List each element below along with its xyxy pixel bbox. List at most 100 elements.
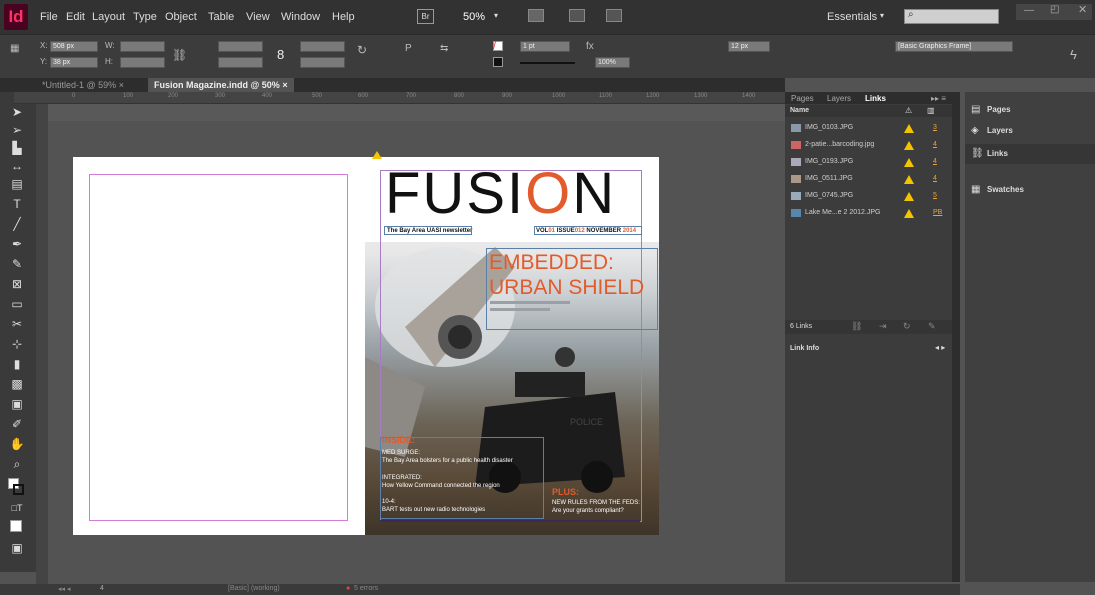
- warning-icon[interactable]: [904, 209, 914, 218]
- dock-links[interactable]: Links: [987, 149, 1008, 158]
- y-field[interactable]: 38 px: [50, 57, 98, 68]
- rotate-icon[interactable]: ↻: [357, 43, 367, 57]
- proportion-icon[interactable]: 8: [277, 47, 284, 62]
- tab-fusion-magazine[interactable]: Fusion Magazine.indd @ 50% ×: [148, 78, 294, 92]
- quick-apply-icon[interactable]: ϟ: [1070, 47, 1077, 62]
- menu-type[interactable]: Type: [133, 11, 157, 23]
- scale-y-field[interactable]: [218, 57, 263, 68]
- object-style-dropdown[interactable]: [Basic Graphics Frame]: [895, 41, 1013, 52]
- link-page[interactable]: 4: [933, 154, 937, 170]
- headline-frame[interactable]: [486, 248, 658, 330]
- zoom-tool-icon[interactable]: ⌕: [8, 456, 26, 472]
- fx-icon[interactable]: fx: [586, 41, 594, 52]
- page-tool-icon[interactable]: ▙: [8, 140, 26, 156]
- gap-tool-icon[interactable]: ↔: [8, 158, 26, 174]
- link-row[interactable]: IMG_0103.JPG 3: [785, 120, 960, 136]
- screen-mode-icon[interactable]: ▣: [8, 540, 26, 556]
- rectangle-tool-icon[interactable]: ▭: [8, 296, 26, 312]
- arrange-documents-icon[interactable]: [606, 9, 622, 22]
- hand-tool-icon[interactable]: ✋: [8, 436, 26, 452]
- close-icon[interactable]: ✕: [1078, 3, 1087, 16]
- edit-original-icon[interactable]: ✎: [928, 321, 936, 332]
- dock-pages[interactable]: Pages: [987, 105, 1011, 114]
- link-row[interactable]: IMG_0745.JPG 5: [785, 188, 960, 204]
- close-icon[interactable]: ×: [119, 80, 124, 90]
- chevron-down-icon[interactable]: ▾: [880, 11, 884, 20]
- text-icon[interactable]: P: [405, 43, 412, 54]
- close-icon[interactable]: ×: [282, 80, 287, 90]
- link-page[interactable]: PB: [933, 205, 942, 221]
- name-column-header[interactable]: Name: [790, 107, 809, 114]
- flip-horizontal-icon[interactable]: ⇆: [440, 43, 448, 54]
- inside-frame[interactable]: [380, 437, 544, 519]
- gradient-tool-icon[interactable]: ▮: [8, 356, 26, 372]
- preflight-profile[interactable]: [Basic] (working): [228, 585, 280, 592]
- workspace-switcher[interactable]: Essentials: [827, 11, 877, 23]
- chevron-down-icon[interactable]: ▾: [494, 11, 498, 20]
- apply-none-icon[interactable]: [10, 520, 22, 532]
- link-page[interactable]: 4: [933, 137, 937, 153]
- document-vertical-scrollbar[interactable]: [952, 92, 960, 582]
- page-column-icon[interactable]: ▥: [927, 106, 935, 115]
- link-row[interactable]: IMG_0193.JPG 4: [785, 154, 960, 170]
- menu-object[interactable]: Object: [165, 11, 197, 23]
- menu-view[interactable]: View: [246, 11, 270, 23]
- text-frame[interactable]: [384, 226, 472, 235]
- maximize-icon[interactable]: ◰: [1050, 4, 1059, 15]
- layers-icon[interactable]: ◈: [971, 125, 979, 136]
- h-field[interactable]: [120, 57, 165, 68]
- scissors-tool-icon[interactable]: ✂: [8, 316, 26, 332]
- rotation-field[interactable]: [300, 41, 345, 52]
- tab-pages[interactable]: Pages: [791, 94, 814, 103]
- go-to-link-icon[interactable]: ⇥: [879, 321, 887, 332]
- link-row[interactable]: 2-patie...barcoding.jpg 4: [785, 137, 960, 153]
- page-navigation[interactable]: ◂◂ ◂: [58, 585, 71, 593]
- content-collector-icon[interactable]: ▤: [8, 176, 26, 192]
- swatches-icon[interactable]: ▦: [971, 184, 980, 195]
- stroke-swatch[interactable]: [493, 57, 503, 67]
- w-field[interactable]: [120, 41, 165, 52]
- constrain-proportions-icon[interactable]: ⛓: [172, 48, 187, 62]
- tab-untitled[interactable]: *Untitled-1 @ 59% ×: [36, 78, 130, 92]
- panel-menu-icon[interactable]: ▸▸ ≡: [931, 94, 946, 103]
- error-count[interactable]: 5 errors: [354, 585, 378, 592]
- direct-selection-tool-icon[interactable]: ➢: [8, 122, 26, 138]
- link-page[interactable]: 5: [933, 188, 937, 204]
- search-input[interactable]: [904, 9, 999, 24]
- menu-layout[interactable]: Layout: [92, 11, 125, 23]
- view-options-icon[interactable]: [528, 9, 544, 22]
- update-link-icon[interactable]: ↻: [903, 321, 911, 332]
- menu-table[interactable]: Table: [208, 11, 234, 23]
- menu-edit[interactable]: Edit: [66, 11, 85, 23]
- minimize-icon[interactable]: —: [1024, 5, 1034, 16]
- reference-point-icon[interactable]: ▦: [10, 43, 19, 54]
- warning-icon[interactable]: [904, 158, 914, 167]
- tab-layers[interactable]: Layers: [827, 94, 851, 103]
- tab-links[interactable]: Links: [865, 94, 886, 103]
- status-column-icon[interactable]: ⚠: [905, 106, 912, 115]
- warning-icon[interactable]: [904, 175, 914, 184]
- pages-icon[interactable]: ▤: [971, 104, 980, 115]
- link-row[interactable]: Lake Me...e 2 2012.JPG PB: [785, 205, 960, 221]
- link-info-nav-icon[interactable]: ◂ ▸: [935, 343, 945, 352]
- stroke-type-icon[interactable]: [520, 62, 575, 64]
- stroke-weight-field[interactable]: 1 pt: [520, 41, 570, 52]
- dock-swatches[interactable]: Swatches: [987, 185, 1024, 194]
- rectangle-frame-tool-icon[interactable]: ⊠: [8, 276, 26, 292]
- pencil-tool-icon[interactable]: ✎: [8, 256, 26, 272]
- bridge-button[interactable]: Br: [417, 9, 434, 24]
- relink-icon[interactable]: ⛓: [851, 321, 862, 332]
- link-page[interactable]: 4: [933, 171, 937, 187]
- warning-icon[interactable]: [904, 141, 914, 150]
- scale-x-field[interactable]: [218, 41, 263, 52]
- links-icon[interactable]: ⛓: [971, 148, 984, 159]
- warning-icon[interactable]: [904, 192, 914, 201]
- free-transform-tool-icon[interactable]: ⊹: [8, 336, 26, 352]
- size-field[interactable]: 12 px: [728, 41, 770, 52]
- dock-layers[interactable]: Layers: [987, 126, 1013, 135]
- shear-field[interactable]: [300, 57, 345, 68]
- link-page[interactable]: 3: [933, 120, 937, 136]
- x-field[interactable]: 508 px: [50, 41, 98, 52]
- zoom-level[interactable]: 50%: [463, 11, 485, 23]
- type-tool-icon[interactable]: T: [8, 196, 26, 212]
